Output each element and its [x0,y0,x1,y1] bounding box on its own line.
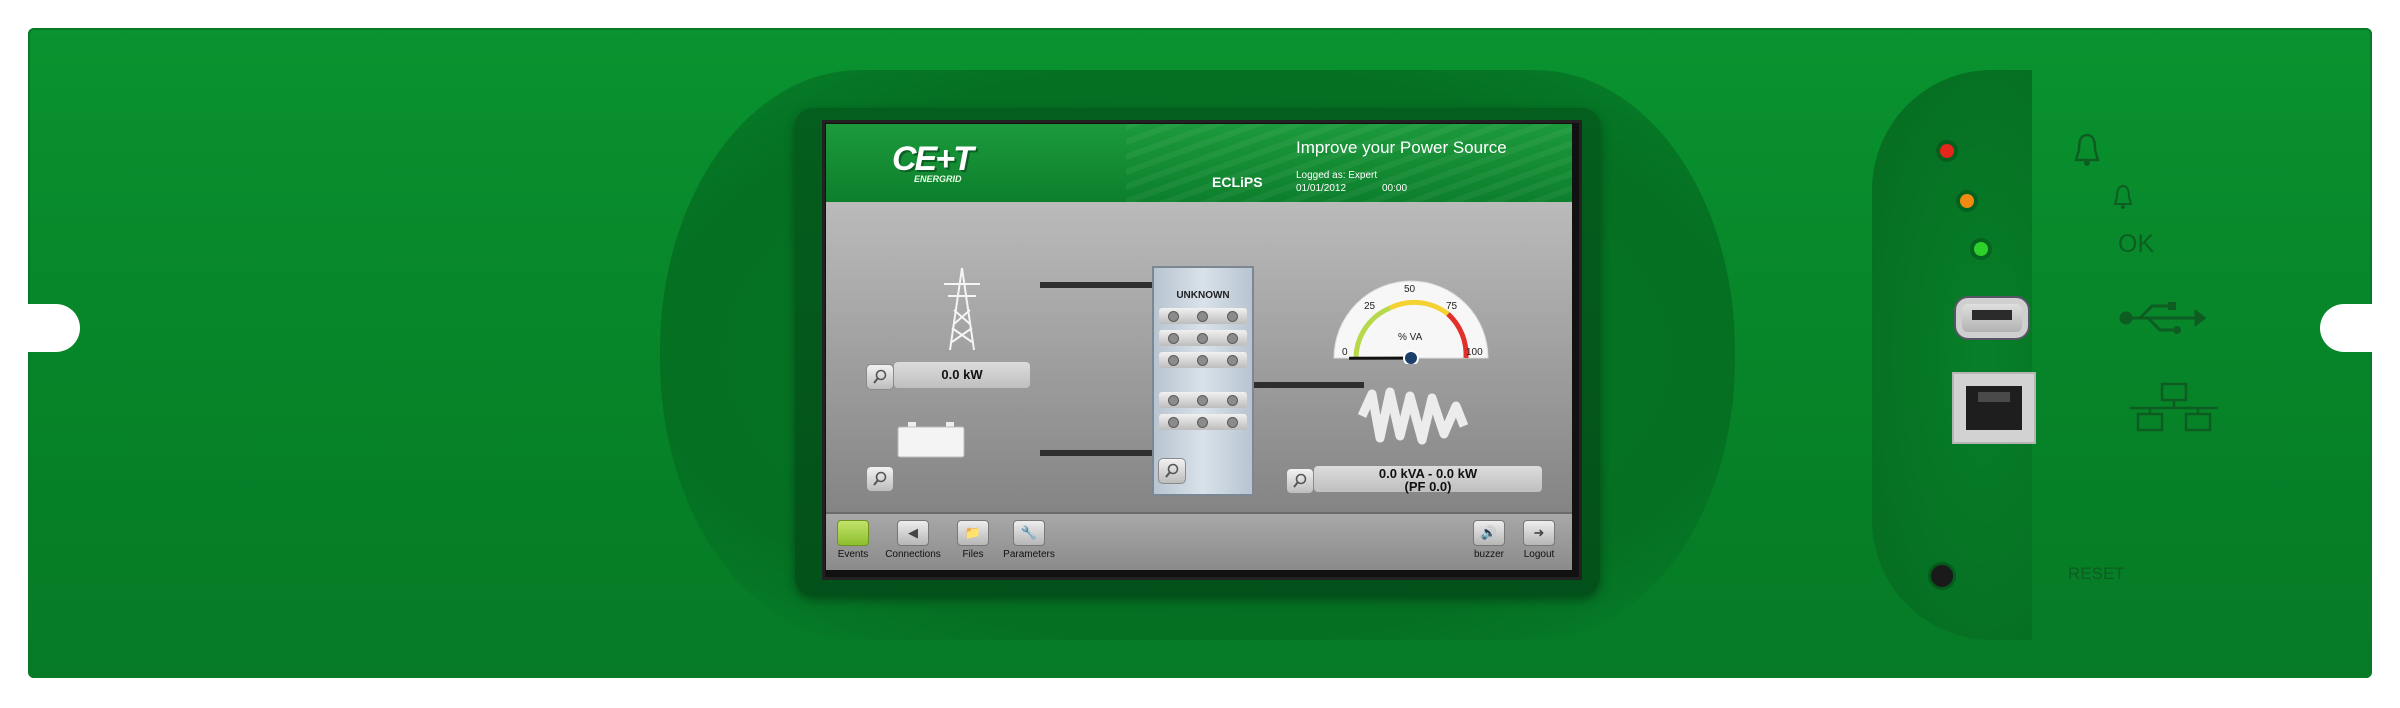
battery-icon [897,422,965,458]
gauge-tick-75: 75 [1446,301,1458,312]
tagline: Improve your Power Source [1296,138,1507,157]
events-button[interactable]: Events [830,520,876,560]
reset-legend: RESET [2068,564,2125,583]
wrench-icon: 🔧 [1013,520,1045,546]
gauge-tick-0: 0 [1342,347,1348,358]
major-alarm-bell-icon [2074,133,2100,166]
minor-alarm-bell-icon [2113,184,2133,209]
module-row [1159,414,1247,430]
events-icon [837,520,869,546]
magnifier-icon [873,471,887,486]
usb-icon [2119,302,2206,334]
folder-icon: 📁 [957,520,989,546]
gauge-hub [1403,350,1419,364]
magnifier-icon [873,369,887,384]
current-date: 01/01/2012 [1296,183,1347,194]
module-row [1159,352,1247,368]
parameters-label: Parameters [1003,549,1055,560]
logged-user: Logged as: Expert [1296,170,1378,181]
module-row [1159,330,1247,346]
battery-connection-line [1040,450,1154,456]
logout-label: Logout [1523,549,1555,560]
load-waveform-icon [1358,387,1468,445]
gauge-tick-50: 50 [1404,284,1416,295]
network-icon [2130,382,2218,432]
grid-zoom-button[interactable] [866,364,894,390]
product-name: ECLiPS [1212,174,1263,190]
magnifier-icon [1165,463,1179,478]
power-pylon-icon [944,267,980,351]
speaker-icon: 🔊 [1473,520,1505,546]
bottom-toolbar: Events ◀ Connections 📁 Files 🔧 Parameter… [826,512,1572,570]
logo-subtitle: ENERGRID [914,174,962,184]
switchboard-zoom-button[interactable] [1158,458,1186,484]
load-gauge: 0 25 50 75 100 % VA [1333,280,1489,364]
ok-led [1974,242,1988,256]
load-power-factor: (PF 0.0) [1404,479,1452,494]
grid-power-value: 0.0 kW [894,362,1030,388]
mounting-slot-left [0,304,80,352]
switchboard-status: UNKNOWN [1176,290,1230,301]
ethernet-contacts [1978,392,2010,402]
battery-zoom-button[interactable] [866,466,894,492]
grid-connection-line [1040,282,1154,288]
current-time: 00:00 [1382,183,1408,194]
parameters-button[interactable]: 🔧 Parameters [1003,520,1055,560]
usb-port[interactable] [1954,296,2030,340]
ok-legend: OK [2118,230,2155,258]
module-row [1159,392,1247,408]
connections-icon: ◀ [897,520,929,546]
usb-slot [1972,310,2012,320]
header-banner: CE+T ENERGRID Improve your Power Source … [826,124,1572,202]
load-zoom-button[interactable] [1286,468,1314,494]
load-connection-line [1254,382,1364,388]
switchboard: UNKNOWN [1152,266,1254,496]
load-power-value: 0.0 kVA - 0.0 kW (PF 0.0) [1314,466,1542,494]
ethernet-port[interactable] [1952,372,2036,444]
mounting-slot-right [2320,304,2400,352]
magnifier-icon [1293,473,1307,488]
module-row [1159,308,1247,324]
touch-display: CE+T ENERGRID Improve your Power Source … [826,124,1572,570]
header-pattern [1126,124,1572,202]
connections-button[interactable]: ◀ Connections [885,520,941,560]
alarm-minor-led [1960,194,1974,208]
logout-icon: ➜ [1523,520,1555,546]
files-button[interactable]: 📁 Files [950,520,996,560]
alarm-major-led [1940,144,1954,158]
gauge-unit: % VA [1398,332,1423,343]
gauge-tick-100: 100 [1466,347,1483,358]
gauge-tick-25: 25 [1364,301,1376,312]
reset-button[interactable] [1928,562,1956,590]
logout-button[interactable]: ➜ Logout [1516,520,1562,560]
